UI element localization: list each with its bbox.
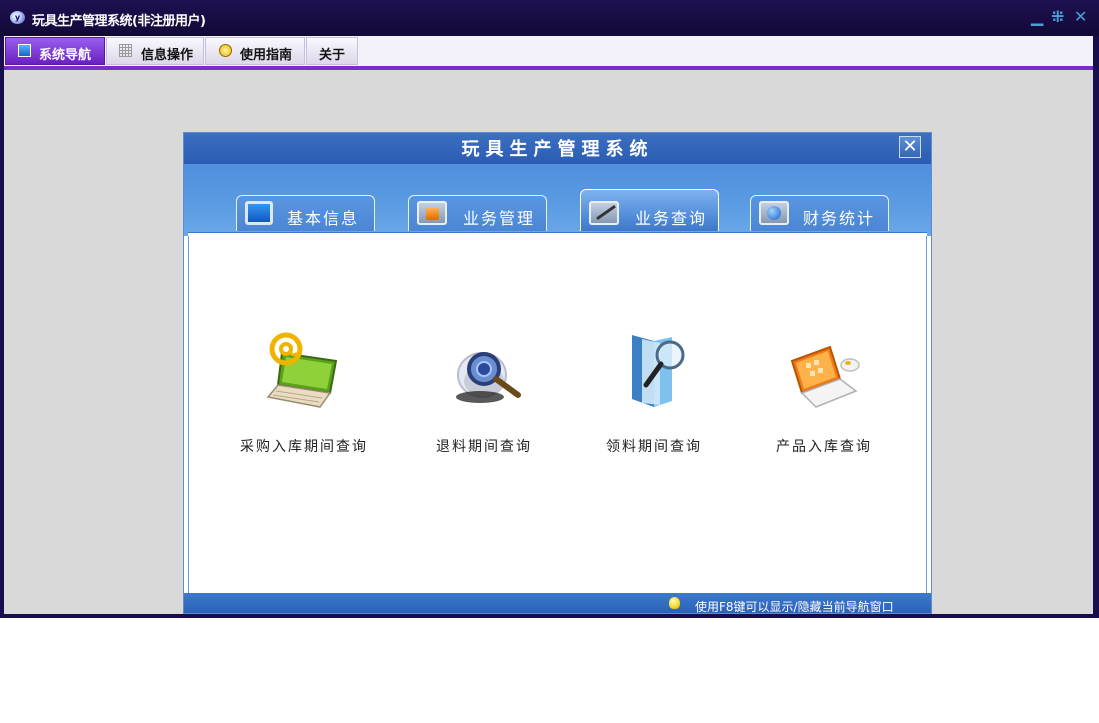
menu-tab-label: 系统导航	[39, 48, 92, 63]
query-item-label: 产品入库查询	[776, 439, 872, 455]
rss-icon	[426, 208, 439, 220]
help-icon	[219, 44, 232, 57]
tab-business-query[interactable]: 业务查询	[580, 189, 719, 231]
magnifier-disc-icon	[456, 352, 521, 403]
close-icon[interactable]: ✕	[1074, 7, 1087, 26]
magnifier-book-icon	[632, 335, 685, 407]
tab-label: 业务查询	[635, 209, 708, 228]
globe-folder-icon	[759, 201, 789, 225]
tab-label: 基本信息	[287, 209, 360, 228]
app-logo-icon: y	[10, 11, 25, 24]
monitor-icon	[18, 44, 31, 57]
minimize-icon[interactable]: ▁	[1031, 7, 1043, 26]
pen-folder-icon	[589, 201, 619, 225]
query-item-label: 退料期间查询	[436, 439, 532, 455]
query-item-label: 领料期间查询	[606, 439, 702, 455]
status-hint-text: 使用F8键可以显示/隐藏当前导航窗口	[695, 600, 894, 613]
menu-tab-label: 使用指南	[240, 48, 293, 63]
grid-icon	[119, 44, 132, 57]
menu-tab-about[interactable]: 关于	[306, 37, 358, 65]
menu-tab-system-nav[interactable]: 系统导航	[5, 37, 105, 65]
query-product-inbound[interactable]: 产品入库查询	[739, 331, 909, 461]
window-title: 玩具生产管理系统(非注册用户)	[32, 14, 206, 29]
menu-tab-guide[interactable]: 使用指南	[205, 37, 305, 65]
rss-folder-icon	[417, 201, 447, 225]
app-window: y 玩具生产管理系统(非注册用户) ▁ ⁜ ✕ 系统导航 信息操作 使用指南 关…	[0, 0, 1099, 618]
title-bar[interactable]: y 玩具生产管理系统(非注册用户) ▁ ⁜ ✕	[0, 0, 1099, 36]
tab-finance-stats[interactable]: 财务统计	[750, 195, 889, 231]
query-purchase-inbound[interactable]: 采购入库期间查询	[219, 331, 389, 461]
dialog-title-reflection	[184, 158, 931, 166]
restore-icon[interactable]: ⁜	[1051, 7, 1064, 26]
navigation-dialog: 玩具生产管理系统 ✕ 基本信息 业务管理 业务查询 财务统计 采购入库期间查询 …	[184, 133, 931, 613]
email-laptop-icon	[266, 332, 338, 408]
query-material-return[interactable]: 退料期间查询	[399, 331, 569, 461]
pen-icon	[596, 204, 616, 221]
globe-icon	[767, 206, 781, 220]
tab-basic-info[interactable]: 基本信息	[236, 195, 375, 231]
query-material-requisition[interactable]: 领料期间查询	[569, 331, 739, 461]
menu-tab-label: 关于	[319, 48, 346, 63]
menu-tab-info-ops[interactable]: 信息操作	[106, 37, 204, 65]
dialog-close-button[interactable]: ✕	[899, 136, 921, 158]
query-panel: 采购入库期间查询 退料期间查询 领料期间查询 产品入库查询	[188, 236, 927, 593]
query-item-label: 采购入库期间查询	[240, 439, 368, 455]
dialog-status-bar: 使用F8键可以显示/隐藏当前导航窗口	[184, 593, 931, 613]
lightbulb-icon	[669, 597, 680, 609]
monitor-icon	[245, 201, 273, 225]
tab-label: 财务统计	[803, 209, 876, 228]
laptop-mouse-icon	[790, 345, 860, 408]
menu-tab-label: 信息操作	[141, 48, 194, 63]
tab-business-mgmt[interactable]: 业务管理	[408, 195, 547, 231]
menu-bar: 系统导航 信息操作 使用指南 关于	[4, 36, 1093, 66]
tab-label: 业务管理	[463, 209, 536, 228]
